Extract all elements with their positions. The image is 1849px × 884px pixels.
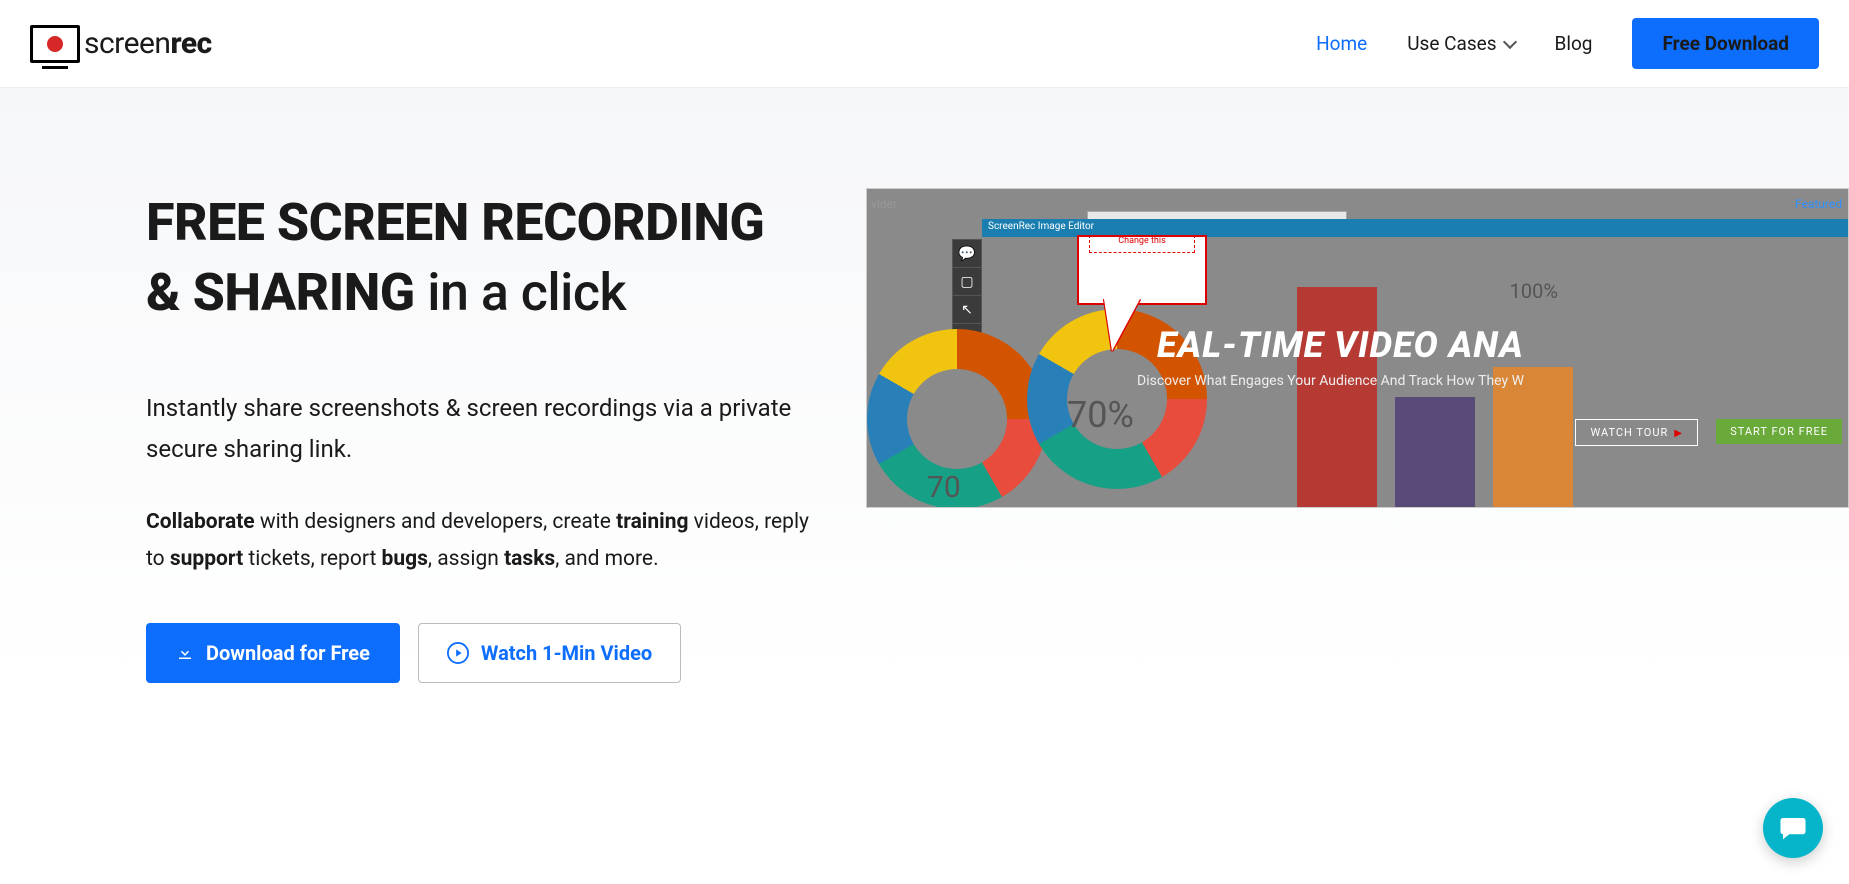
download-free-label: Download for Free — [206, 641, 370, 665]
hero-actions: Download for Free Watch 1-Min Video — [146, 623, 826, 683]
promo-headline: EAL-TIME VIDEO ANA — [1157, 324, 1848, 366]
hero-subtitle: Instantly share screenshots & screen rec… — [146, 388, 826, 470]
nav-download-button[interactable]: Free Download — [1632, 18, 1819, 69]
chat-widget-button[interactable] — [1763, 798, 1823, 858]
watch-video-button[interactable]: Watch 1-Min Video — [418, 623, 681, 683]
watch-tour-button: WATCH TOUR▶ — [1575, 419, 1698, 446]
watch-video-label: Watch 1-Min Video — [481, 641, 652, 665]
chat-icon — [1778, 813, 1808, 843]
hero-media: vider Featured ScreenRec Image Editor 💬 … — [866, 188, 1849, 683]
main-nav: Home Use Cases Blog Free Download — [1316, 18, 1819, 69]
logo[interactable]: screenrec — [30, 25, 212, 63]
download-icon — [176, 644, 194, 662]
nav-use-cases-label: Use Cases — [1407, 32, 1496, 55]
promo-video-thumbnail[interactable]: vider Featured ScreenRec Image Editor 💬 … — [866, 188, 1849, 508]
nav-home[interactable]: Home — [1316, 32, 1367, 55]
play-icon — [447, 642, 469, 664]
arrow-icon: ↖ — [953, 296, 981, 324]
percent-70b-label: 70 — [927, 470, 961, 505]
promo-subline: Discover What Engages Your Audience And … — [1137, 373, 1848, 389]
hero-body: Collaborate with designers and developer… — [146, 504, 826, 578]
promo-featured-text: Featured — [1795, 197, 1842, 211]
promo-vider-text: vider — [871, 197, 897, 211]
percent-100-label: 100% — [1510, 279, 1558, 303]
logo-text: screenrec — [84, 26, 212, 61]
download-free-button[interactable]: Download for Free — [146, 623, 400, 683]
hero-section: FREE SCREEN RECORDING & SHARING in a cli… — [0, 88, 1849, 683]
nav-use-cases[interactable]: Use Cases — [1407, 32, 1514, 55]
logo-icon — [30, 25, 80, 63]
callout-label: Change this — [1089, 235, 1195, 253]
chevron-down-icon — [1502, 34, 1516, 48]
annotation-callout: Change this — [1077, 235, 1207, 305]
square-icon: ▢ — [953, 268, 981, 296]
start-for-free-button: START FOR FREE — [1716, 419, 1842, 444]
chat-bubble-icon: 💬 — [953, 240, 981, 268]
hero-content: FREE SCREEN RECORDING & SHARING in a cli… — [146, 188, 826, 683]
site-header: screenrec Home Use Cases Blog Free Downl… — [0, 0, 1849, 88]
nav-blog[interactable]: Blog — [1555, 32, 1593, 55]
hero-title: FREE SCREEN RECORDING & SHARING in a cli… — [146, 188, 826, 328]
percent-70-label: 70% — [1067, 394, 1134, 436]
